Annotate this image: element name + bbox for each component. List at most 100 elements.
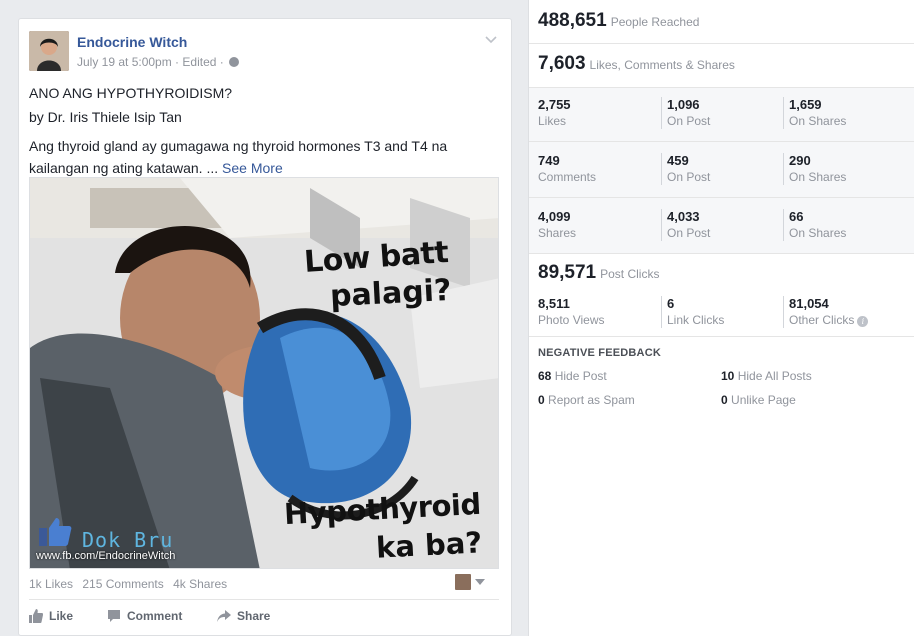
share-label: Share — [237, 609, 271, 623]
stat-label: On Shares — [789, 114, 847, 128]
post-message: ANO ANG HYPOTHYROIDISM? by Dr. Iris Thie… — [29, 83, 499, 179]
stat-number: 66 — [789, 209, 804, 224]
unlike-page-stat: 0 Unlike Page — [721, 393, 796, 407]
stat-label: Link Clicks — [667, 313, 725, 327]
like-label: Like — [49, 609, 74, 623]
post-actions: Like Comment Share — [29, 607, 499, 627]
divider — [529, 336, 914, 337]
stat-number: 290 — [789, 153, 811, 168]
stat-label: On Post — [667, 170, 711, 184]
author-name[interactable]: Endocrine Witch — [77, 34, 187, 50]
stat-label: Photo Views — [538, 313, 605, 327]
stat-label: Other Clicks i — [789, 313, 909, 327]
engagement-stat: 7,603 Likes, Comments & Shares — [538, 53, 914, 75]
divider — [529, 43, 914, 44]
see-more-link[interactable]: See More — [222, 160, 283, 176]
stat-number: 0 — [538, 393, 545, 407]
image-caption-ka-ba: ka ba? — [375, 525, 483, 565]
photo-views: 8,511 Photo Views — [538, 296, 658, 327]
post-header: Endocrine Witch July 19 at 5:00pm · Edit… — [29, 31, 499, 73]
comments-on-post: 459 On Post — [667, 153, 787, 184]
stat-number: 4,099 — [538, 209, 571, 224]
shares-total: 4,099 Shares — [538, 209, 658, 240]
comments-total: 749 Comments — [538, 153, 658, 184]
stat-label: Unlike Page — [731, 393, 796, 407]
watermark-brand: Dok Bru — [82, 528, 174, 552]
poster-mini-avatar[interactable] — [455, 574, 471, 590]
post-clicks-stat: 89,571 Post Clicks — [538, 262, 914, 284]
shares-count[interactable]: 4k Shares — [173, 577, 227, 591]
post-title-line: ANO ANG HYPOTHYROIDISM? — [29, 85, 233, 101]
cell-separator — [661, 97, 662, 129]
chevron-down-icon[interactable] — [483, 31, 499, 47]
negative-feedback-title: NEGATIVE FEEDBACK — [538, 347, 661, 359]
engagement-breakdown: 2,755 Likes 1,096 On Post 1,659 On Shares 7… — [529, 87, 914, 253]
stat-label: On Shares — [789, 170, 847, 184]
cell-separator — [661, 209, 662, 241]
comments-count[interactable]: 215 Comments — [82, 577, 163, 591]
stat-number: 4,033 — [667, 209, 700, 224]
stat-label: Comments — [538, 170, 597, 184]
author-avatar[interactable] — [29, 31, 69, 71]
like-button[interactable]: Like — [29, 609, 73, 623]
cell-separator — [661, 153, 662, 185]
stat-label: On Shares — [789, 226, 847, 240]
cell-separator — [661, 296, 662, 328]
cell-separator — [783, 209, 784, 241]
stat-number: 68 — [538, 369, 552, 383]
comment-button[interactable]: Comment — [107, 609, 182, 623]
reach-label: People Reached — [610, 15, 700, 29]
stat-number: 459 — [667, 153, 689, 168]
info-icon[interactable]: i — [857, 316, 869, 327]
comment-icon — [108, 610, 120, 622]
stat-label: On Post — [667, 226, 711, 240]
engagement-value: 7,603 — [538, 53, 586, 74]
stat-number: 2,755 — [538, 97, 571, 112]
caret-down-icon[interactable] — [475, 579, 485, 585]
share-button[interactable]: Share — [217, 609, 270, 623]
actions-divider — [29, 599, 499, 600]
likes-total: 2,755 Likes — [538, 97, 658, 128]
likes-count[interactable]: 1k Likes — [29, 577, 73, 591]
other-clicks: 81,054 Other Clicks i — [789, 296, 909, 327]
insights-panel: 488,651 People Reached 7,603 Likes, Commen… — [528, 0, 914, 636]
post-timestamp: July 19 at 5:00pm · Edited · — [77, 55, 240, 69]
other-clicks-label: Other Clicks — [789, 313, 855, 327]
divider — [529, 87, 914, 88]
comment-label: Comment — [127, 609, 183, 623]
likes-on-post: 1,096 On Post — [667, 97, 787, 128]
post-meta-text[interactable]: July 19 at 5:00pm · Edited · — [77, 55, 224, 69]
reaction-counts: 1k Likes 215 Comments 4k Shares — [29, 574, 499, 591]
watermark-site: www.fb.com/EndocrineWitch — [36, 550, 176, 562]
hide-all-posts-stat: 10 Hide All Posts — [721, 369, 812, 383]
globe-icon — [229, 57, 240, 67]
stat-number: 8,511 — [538, 296, 570, 311]
stat-number: 0 — [721, 393, 728, 407]
post-photo[interactable]: Low batt palagi? Hypothyroid ka ba? Dok … — [29, 177, 499, 569]
stat-label: Hide Post — [554, 369, 607, 383]
divider — [529, 197, 914, 198]
divider — [529, 253, 914, 254]
cell-separator — [783, 296, 784, 328]
shares-on-shares: 66 On Shares — [789, 209, 909, 240]
reach-stat: 488,651 People Reached — [538, 10, 914, 32]
cell-separator — [783, 97, 784, 129]
engagement-label: Likes, Comments & Shares — [589, 58, 735, 72]
divider — [529, 141, 914, 142]
post-byline: by Dr. Iris Thiele Isip Tan — [29, 109, 182, 125]
stat-number: 10 — [721, 369, 735, 383]
stat-label: On Post — [667, 114, 711, 128]
comments-on-shares: 290 On Shares — [789, 153, 909, 184]
report-spam-stat: 0 Report as Spam — [538, 393, 635, 407]
stat-number: 6 — [667, 296, 675, 311]
stat-label: Hide All Posts — [737, 369, 812, 383]
post-card: Endocrine Witch July 19 at 5:00pm · Edit… — [18, 18, 512, 636]
link-clicks: 6 Link Clicks — [667, 296, 787, 327]
cell-separator — [783, 153, 784, 185]
shares-on-post: 4,033 On Post — [667, 209, 787, 240]
post-clicks-label: Post Clicks — [600, 267, 660, 281]
thumbs-up-icon — [29, 609, 43, 623]
stat-number: 81,054 — [789, 296, 829, 311]
thumbs-up-logo-icon — [39, 518, 72, 546]
stat-label: Likes — [538, 114, 567, 128]
